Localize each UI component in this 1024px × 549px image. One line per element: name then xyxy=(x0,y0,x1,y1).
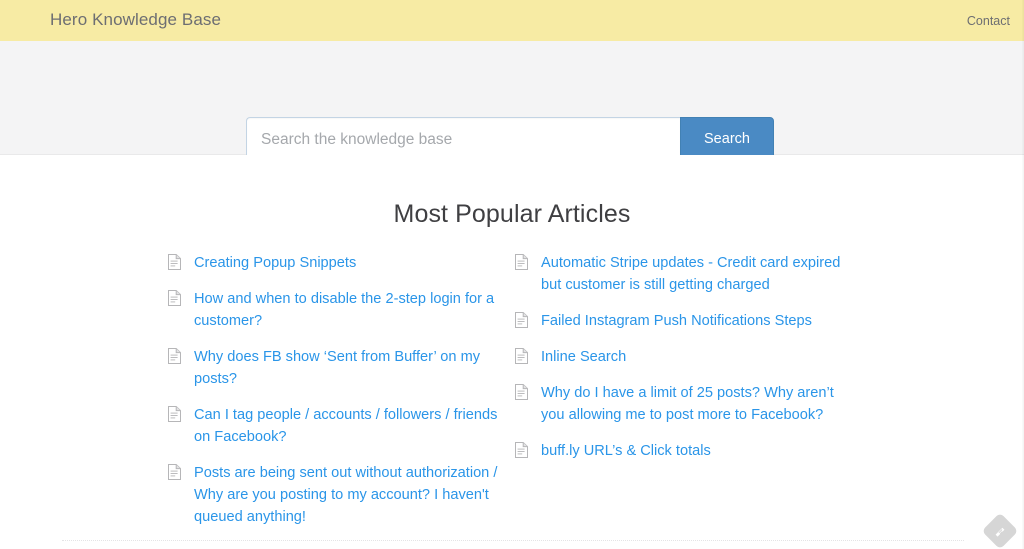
article-link[interactable]: Inline Search xyxy=(541,349,626,365)
article-link[interactable]: Automatic Stripe updates - Credit card e… xyxy=(541,255,840,293)
list-item[interactable]: Failed Instagram Push Notifications Step… xyxy=(515,310,855,332)
article-link[interactable]: Failed Instagram Push Notifications Step… xyxy=(541,313,812,329)
document-icon xyxy=(515,312,528,328)
list-item[interactable]: Why do I have a limit of 25 posts? Why a… xyxy=(515,382,855,426)
list-item[interactable]: Creating Popup Snippets xyxy=(168,252,498,274)
document-icon xyxy=(168,406,181,422)
list-item[interactable]: buff.ly URL’s & Click totals xyxy=(515,440,855,462)
document-icon xyxy=(515,254,528,270)
document-icon xyxy=(168,348,181,364)
article-link[interactable]: How and when to disable the 2-step login… xyxy=(194,291,494,329)
list-item[interactable]: How and when to disable the 2-step login… xyxy=(168,288,498,332)
article-link[interactable]: Why do I have a limit of 25 posts? Why a… xyxy=(541,385,834,423)
list-item[interactable]: Can I tag people / accounts / followers … xyxy=(168,404,498,448)
header-nav: Contact xyxy=(904,12,1024,30)
document-icon xyxy=(168,464,181,480)
articles-column-left: Creating Popup Snippets How and when to … xyxy=(168,252,515,542)
document-icon xyxy=(168,254,181,270)
list-item[interactable]: Posts are being sent out without authori… xyxy=(168,462,498,528)
feedly-badge-glyph xyxy=(987,518,1013,544)
document-icon xyxy=(515,348,528,364)
list-item[interactable]: Automatic Stripe updates - Credit card e… xyxy=(515,252,855,296)
article-link[interactable]: Why does FB show ‘Sent from Buffer’ on m… xyxy=(194,349,480,387)
article-list-left: Creating Popup Snippets How and when to … xyxy=(168,252,498,528)
article-link[interactable]: Can I tag people / accounts / followers … xyxy=(194,407,497,445)
main-content: Most Popular Articles Creating Popup Sni… xyxy=(0,155,1024,542)
list-item[interactable]: Why does FB show ‘Sent from Buffer’ on m… xyxy=(168,346,498,390)
page-title: Most Popular Articles xyxy=(393,200,631,228)
footer-divider xyxy=(62,540,964,541)
search-band: Search xyxy=(0,41,1024,162)
list-item[interactable]: Inline Search xyxy=(515,346,855,368)
document-icon xyxy=(515,384,528,400)
articles-columns: Creating Popup Snippets How and when to … xyxy=(162,230,862,542)
article-link[interactable]: Creating Popup Snippets xyxy=(194,255,356,271)
page-root: Hero Knowledge Base Contact Search Most … xyxy=(0,0,1024,549)
nav-link-contact[interactable]: Contact xyxy=(967,14,1010,28)
articles-column-right: Automatic Stripe updates - Credit card e… xyxy=(515,252,862,542)
document-icon xyxy=(515,442,528,458)
document-icon xyxy=(168,290,181,306)
brand-title[interactable]: Hero Knowledge Base xyxy=(50,9,221,31)
article-link[interactable]: buff.ly URL’s & Click totals xyxy=(541,443,711,459)
site-header: Hero Knowledge Base Contact xyxy=(0,0,1024,41)
article-list-right: Automatic Stripe updates - Credit card e… xyxy=(515,252,855,462)
article-link[interactable]: Posts are being sent out without authori… xyxy=(194,465,497,525)
